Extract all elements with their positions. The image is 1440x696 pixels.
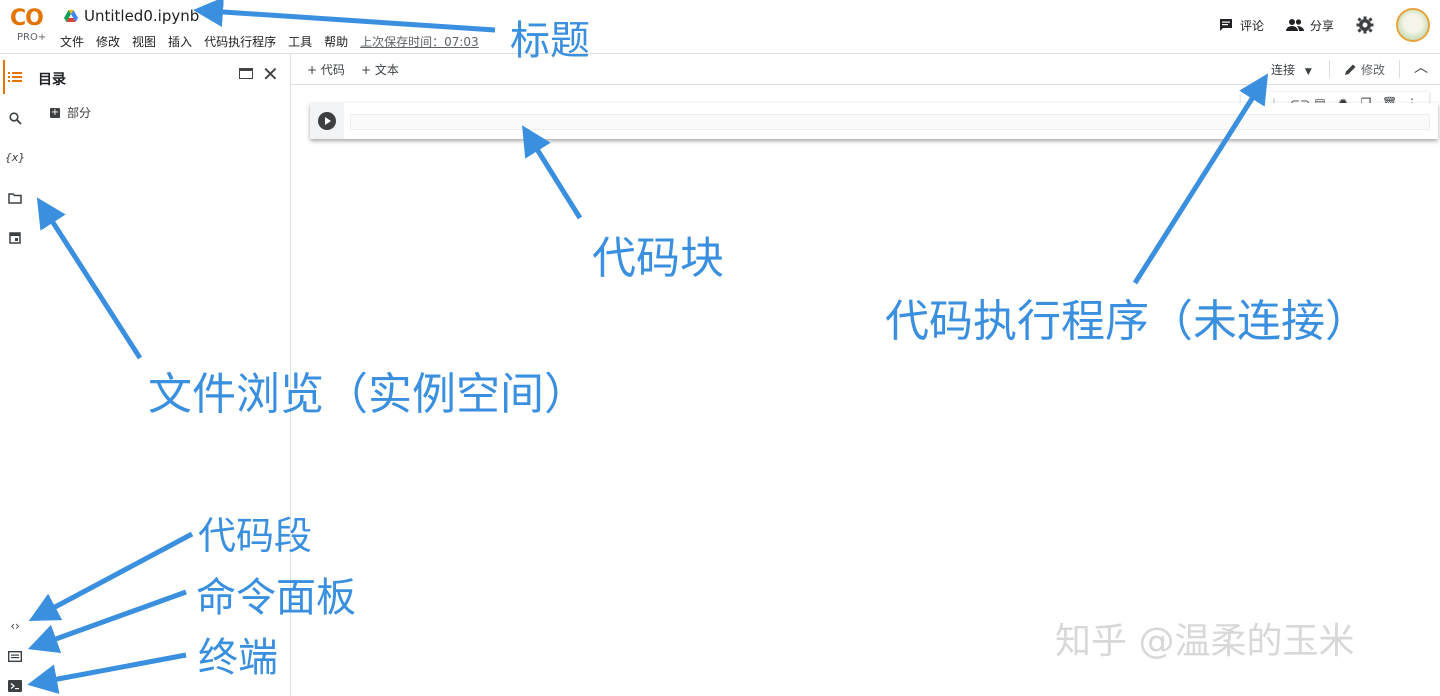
annotation-title: 标题 <box>510 18 590 64</box>
arrow-file-browser <box>36 197 143 360</box>
annotation-terminal: 终端 <box>198 635 278 681</box>
arrow-snippets <box>28 531 194 622</box>
watermark: 知乎 @温柔的玉米 <box>1055 621 1355 662</box>
annotation-runtime: 代码执行程序（未连接） <box>885 296 1369 347</box>
arrow-code-cell <box>522 125 583 220</box>
annotation-file-browser: 文件浏览（实例空间） <box>148 369 588 420</box>
annotation-code-cell: 代码块 <box>592 233 724 284</box>
arrow-title <box>193 0 496 33</box>
arrow-terminal <box>27 652 187 694</box>
annotation-snippets: 代码段 <box>198 514 313 558</box>
annotation-command-palette: 命令面板 <box>196 575 356 621</box>
arrow-runtime <box>1132 73 1269 285</box>
